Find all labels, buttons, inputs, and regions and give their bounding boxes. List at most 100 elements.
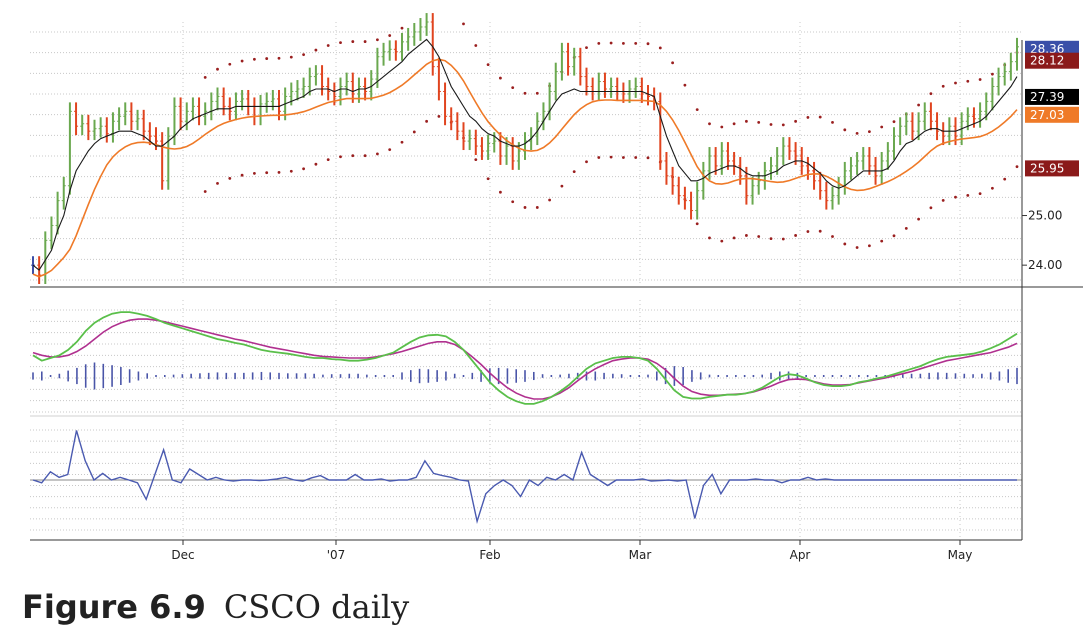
ohlc-bar [418, 18, 423, 41]
ohlc-bar [110, 112, 115, 143]
ohlc-bar [541, 102, 546, 131]
ohlc-bar [67, 102, 72, 195]
envelope-dot [794, 119, 797, 123]
envelope-dot [769, 237, 773, 241]
ohlc-bar [344, 72, 349, 96]
ohlc-bar [842, 161, 847, 195]
ohlc-bar [787, 137, 792, 160]
envelope-dot [363, 40, 367, 43]
ohlc-bar [676, 176, 681, 205]
envelope-dot [757, 235, 761, 238]
price-tick-label: 24.00 [1028, 258, 1062, 272]
envelope-dot [253, 172, 256, 175]
envelope-dot [302, 53, 305, 57]
price-value-tag: 25.95 [1025, 160, 1079, 177]
ohlc-bar [922, 102, 927, 131]
envelope-dot [843, 242, 847, 246]
ohlc-bar [400, 32, 404, 61]
ohlc-bar [904, 112, 909, 136]
ohlc-bar [104, 117, 109, 143]
ohlc-bar [270, 89, 275, 111]
envelope-dot [253, 57, 256, 61]
envelope-dot [499, 76, 502, 80]
ohlc-bar [436, 57, 441, 101]
envelope-dot [585, 46, 588, 49]
macd-panel [30, 300, 1022, 413]
ohlc-bar [910, 112, 915, 141]
ohlc-bar [178, 97, 183, 131]
envelope-dot [991, 186, 994, 190]
envelope-dot [634, 156, 638, 159]
ohlc-bar [578, 47, 583, 86]
ohlc-bar [805, 156, 810, 180]
envelope-dot [1015, 165, 1019, 169]
envelope-dot [966, 193, 970, 197]
ohlc-bar [467, 129, 472, 151]
ohlc-bar [258, 94, 263, 126]
ohlc-bar [861, 147, 866, 170]
envelope-dot [228, 62, 232, 66]
envelope-dot [892, 234, 896, 238]
envelope-dot [880, 239, 884, 243]
price-tick-label: 25.00 [1028, 209, 1062, 223]
x-tick-label: Mar [629, 548, 652, 562]
envelope-dot [745, 234, 748, 237]
ohlc-bar [695, 181, 700, 220]
ohlc-bar [461, 122, 466, 151]
ohlc-bar [240, 89, 245, 111]
envelope-dot [929, 92, 933, 96]
x-axis: Dec '07 Feb Mar Apr May [171, 540, 972, 562]
envelope-dot [585, 160, 588, 164]
envelope-dot [941, 198, 945, 202]
envelope-dot [868, 130, 871, 133]
envelope-dot [523, 91, 527, 95]
envelope-dot [376, 38, 379, 42]
ohlc-bar [670, 166, 675, 195]
envelope-dot [289, 55, 293, 59]
envelope-dot [462, 22, 465, 26]
envelope-dot [388, 34, 392, 37]
ohlc-bar [664, 152, 669, 185]
svg-text:27.39: 27.39 [1030, 90, 1064, 104]
envelope-dot [339, 41, 342, 45]
ohlc-bar [197, 97, 202, 126]
x-axis-tick-labels: Dec '07 Feb Mar Apr May [171, 540, 972, 562]
stock-chart: 24.0025.00 28.3628.1227.3927.0325.95 Dec… [30, 13, 1083, 562]
envelope-dot [412, 130, 416, 134]
envelope-dot [302, 167, 305, 171]
envelope-dot [216, 67, 219, 71]
envelope-dot [597, 41, 601, 45]
envelope-dot [499, 190, 502, 194]
envelope-dot [781, 237, 785, 241]
envelope-dot [892, 120, 896, 124]
ohlc-bar [455, 112, 460, 141]
price-value-tags: 28.3628.1227.3927.0325.95 [1025, 40, 1079, 177]
envelope-dot [954, 81, 957, 85]
envelope-dot [941, 84, 945, 88]
ohlc-bar [1008, 52, 1013, 81]
ohlc-bar [615, 77, 620, 101]
ohlc-bar [117, 107, 122, 131]
price-axis-tick-labels: 24.00 25.00 [1022, 209, 1062, 272]
envelope-dot [548, 198, 551, 202]
macd-gridlines [30, 300, 1022, 413]
ohlc-bar [652, 87, 657, 111]
envelope-dot [671, 61, 674, 65]
x-tick-label: Feb [479, 548, 500, 562]
envelope-dot [535, 91, 539, 95]
ohlc-bar [123, 102, 128, 126]
x-tick-label: Apr [790, 548, 811, 562]
envelope-dot [622, 156, 625, 159]
ohlc-bar [885, 142, 890, 170]
envelope-dot [843, 128, 847, 132]
ohlc-bar [86, 114, 91, 141]
envelope-dot [831, 120, 834, 124]
envelope-dot [265, 57, 269, 60]
ohlc-bar [732, 152, 737, 175]
ohlc-bar [750, 176, 755, 205]
envelope-dot [400, 140, 404, 144]
envelope-dot [376, 152, 379, 156]
ohlc-bar [646, 85, 650, 106]
ohlc-bar [682, 186, 687, 210]
price-value-tag: 27.39 [1025, 88, 1079, 105]
